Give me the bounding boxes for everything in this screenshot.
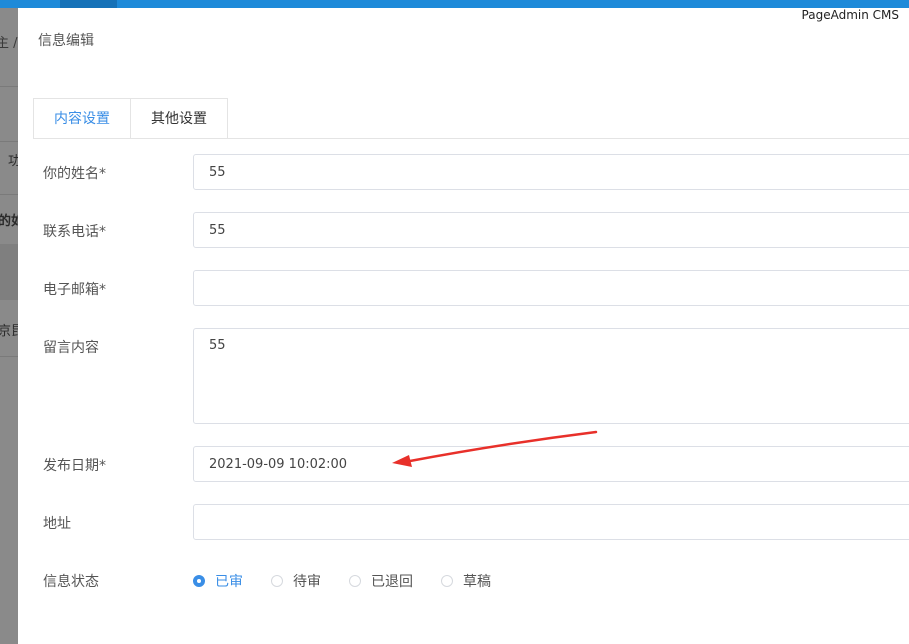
status-label: 信息状态	[43, 574, 99, 590]
radio-checked-icon	[193, 575, 205, 587]
underlay-fragment: 京昆	[0, 324, 18, 339]
message-label: 留言内容	[43, 340, 99, 356]
underlay-divider	[0, 141, 18, 142]
email-label: 电子邮箱*	[43, 282, 106, 298]
underlay-breadcrumb: 主 /	[0, 36, 18, 51]
phone-label: 联系电话*	[43, 224, 106, 240]
status-radio-pending[interactable]: 待审	[271, 571, 321, 591]
radio-label: 已退回	[371, 574, 413, 590]
radio-unchecked-icon	[271, 575, 283, 587]
active-nav-segment[interactable]	[60, 0, 117, 8]
name-label: 你的姓名*	[43, 166, 106, 182]
background-page-overlay: 主 / 功 的如 京昆	[0, 8, 18, 644]
radio-label: 待审	[293, 574, 321, 590]
brand-label: PageAdmin CMS	[801, 8, 899, 22]
status-radio-draft[interactable]: 草稿	[441, 571, 491, 591]
underlay-divider	[0, 86, 18, 87]
message-textarea[interactable]: 55	[193, 328, 909, 424]
tab-other-settings[interactable]: 其他设置	[131, 98, 228, 138]
radio-label: 已审	[215, 574, 243, 590]
status-radio-approved[interactable]: 已审	[193, 571, 243, 591]
underlay-highlight-row	[0, 244, 18, 300]
address-input[interactable]	[193, 504, 909, 540]
status-radio-returned[interactable]: 已退回	[349, 571, 413, 591]
underlay-fragment: 的如	[0, 214, 18, 229]
radio-unchecked-icon	[349, 575, 361, 587]
underlay-divider	[0, 194, 18, 195]
email-input[interactable]	[193, 270, 909, 306]
radio-unchecked-icon	[441, 575, 453, 587]
phone-input[interactable]	[193, 212, 909, 248]
screen: 主 / 功 的如 京昆 PageAdmin CMS 信息编辑 内容设置 其他设置…	[0, 0, 909, 644]
underlay-divider	[0, 356, 18, 357]
name-input[interactable]	[193, 154, 909, 190]
tab-bar: 内容设置 其他设置	[33, 98, 228, 138]
dialog-title: 信息编辑	[38, 33, 94, 49]
tab-bar-divider	[33, 138, 909, 139]
top-navigation-bar	[0, 0, 909, 8]
publish-date-label: 发布日期*	[43, 458, 106, 474]
publish-date-input[interactable]	[193, 446, 909, 482]
radio-label: 草稿	[463, 574, 491, 590]
status-radio-group: 已审 待审 已退回 草稿	[193, 571, 519, 591]
tab-content-settings[interactable]: 内容设置	[33, 98, 131, 138]
edit-dialog: PageAdmin CMS 信息编辑 内容设置 其他设置 你的姓名* 联系电话*…	[18, 8, 909, 644]
underlay-fragment: 功	[8, 154, 18, 169]
address-label: 地址	[43, 516, 71, 532]
